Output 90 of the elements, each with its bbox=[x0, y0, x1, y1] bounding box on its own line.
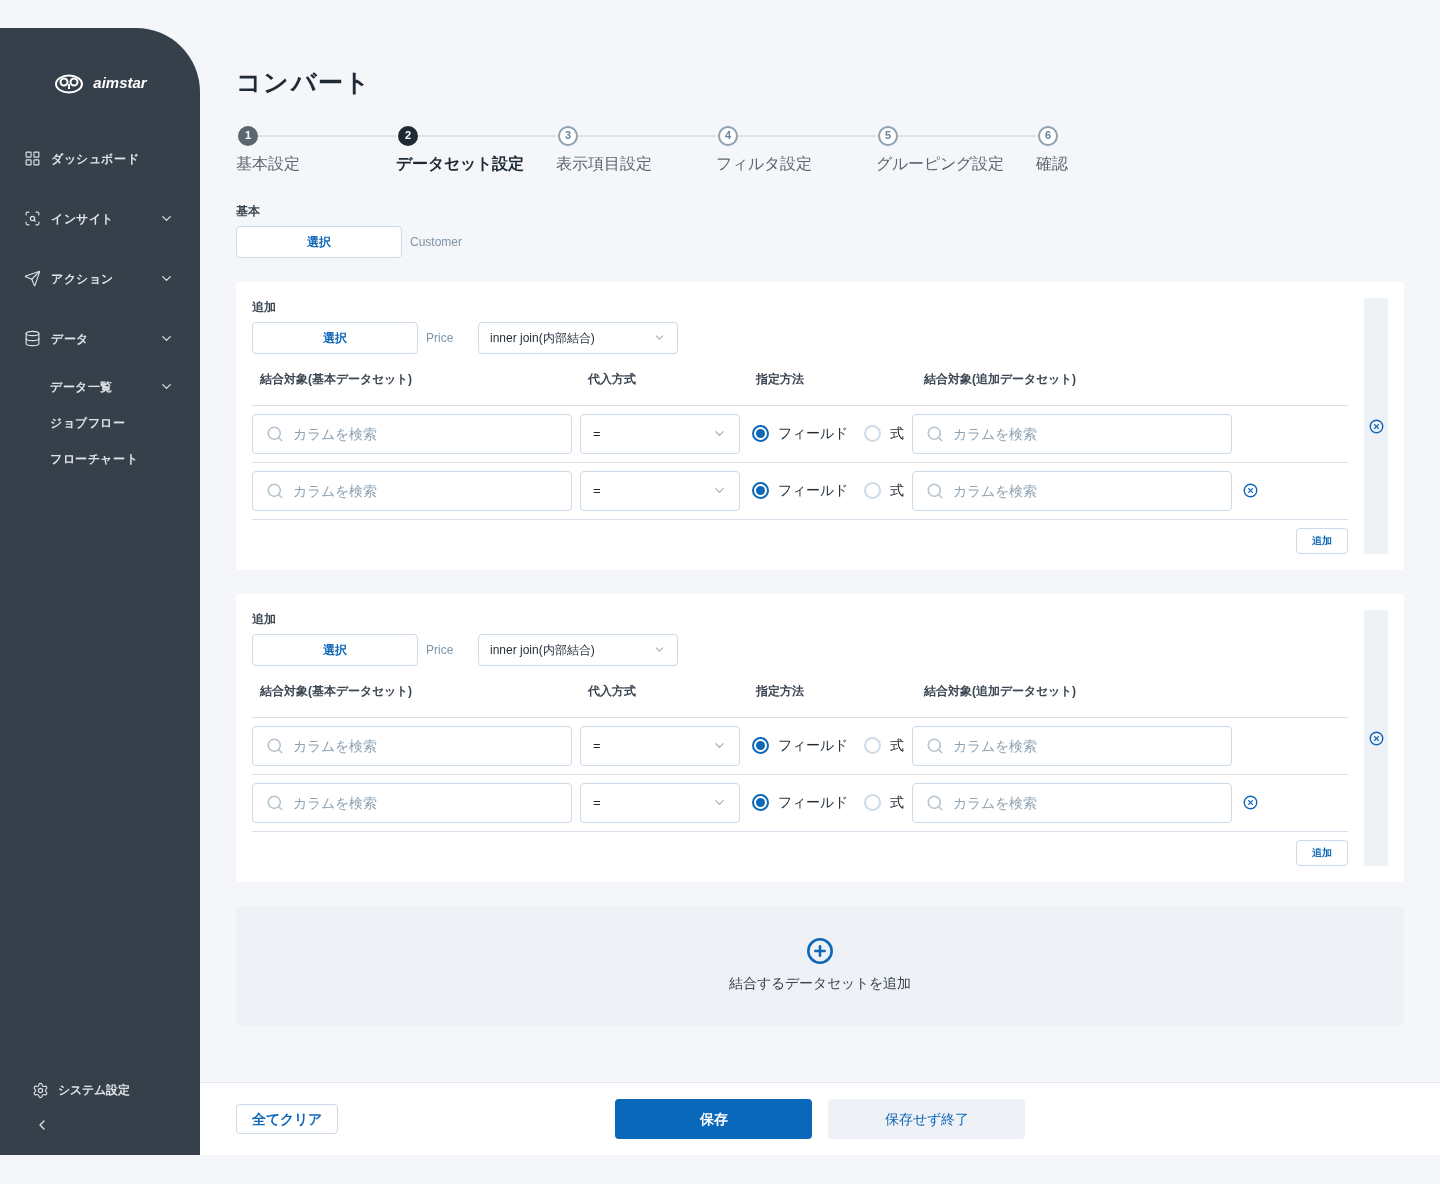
column-search-field[interactable]: カラムを検索 bbox=[252, 413, 572, 454]
settings-icon bbox=[32, 1081, 49, 1099]
radio-button[interactable] bbox=[752, 794, 769, 811]
section-label: 追加 bbox=[252, 610, 277, 628]
step-number: 5 bbox=[878, 125, 898, 146]
sidebar-subitem[interactable]: フローチャート bbox=[0, 440, 200, 477]
sidebar-subitem[interactable]: データ一覧 bbox=[0, 368, 200, 405]
column-search-field[interactable]: カラムを検索 bbox=[912, 725, 1232, 766]
search-icon bbox=[926, 481, 944, 500]
radio-option[interactable]: 式 bbox=[864, 792, 904, 813]
dataset-name: Price bbox=[426, 641, 455, 659]
radio-option[interactable]: 式 bbox=[864, 735, 904, 756]
section-label: 追加 bbox=[252, 298, 277, 316]
section-label: 基本 bbox=[236, 202, 261, 220]
radio-button[interactable] bbox=[752, 737, 769, 754]
radio-button[interactable] bbox=[752, 425, 769, 442]
clear-all-button[interactable]: 全てクリア bbox=[236, 1104, 338, 1134]
column-header: 指定方法 bbox=[756, 683, 805, 700]
system-settings-item[interactable]: システム設定 bbox=[0, 1075, 200, 1105]
column-header: 結合対象(追加データセット) bbox=[923, 371, 1076, 388]
add-dataset-button[interactable]: 結合するデータセットを追加 bbox=[236, 905, 1404, 1026]
page-title: コンバート bbox=[236, 67, 373, 98]
search-icon bbox=[266, 481, 284, 500]
dataset-name: Customer bbox=[410, 233, 462, 251]
step-label: 確認 bbox=[1036, 153, 1068, 174]
remove-row-icon[interactable] bbox=[1243, 483, 1258, 498]
step-number: 3 bbox=[558, 125, 578, 146]
column-search-field[interactable]: カラムを検索 bbox=[252, 782, 572, 823]
column-search-field[interactable]: カラムを検索 bbox=[252, 725, 572, 766]
step-label: 基本設定 bbox=[236, 153, 301, 174]
save-button[interactable]: 保存 bbox=[615, 1099, 812, 1139]
column-search-field[interactable]: カラムを検索 bbox=[912, 470, 1232, 511]
column-header: 結合対象(基本データセット) bbox=[259, 371, 413, 388]
operator-dropdown[interactable]: = bbox=[580, 782, 740, 823]
radio-button[interactable] bbox=[752, 482, 769, 499]
remove-block-icon[interactable] bbox=[1368, 730, 1384, 746]
chart-search-icon bbox=[24, 210, 41, 227]
add-row-button[interactable]: 追加 bbox=[1296, 839, 1348, 866]
column-header: 代入方式 bbox=[588, 683, 637, 700]
radio-option[interactable]: 式 bbox=[864, 480, 904, 501]
owl-logo-icon bbox=[53, 72, 86, 95]
join-type-dropdown[interactable]: inner join(内部結合) bbox=[478, 321, 678, 354]
brand-name: aimstar bbox=[93, 73, 147, 93]
grid-icon bbox=[24, 150, 41, 167]
radio-option[interactable]: フィールド bbox=[752, 792, 848, 813]
step-number: 6 bbox=[1038, 125, 1058, 146]
search-icon bbox=[926, 736, 944, 755]
dataset-name: Price bbox=[426, 329, 455, 347]
sidebar-item[interactable]: アクション bbox=[0, 248, 200, 309]
column-search-field[interactable]: カラムを検索 bbox=[912, 413, 1232, 454]
sidebar-item[interactable]: ダッシュボード bbox=[0, 128, 200, 189]
radio-option[interactable]: フィールド bbox=[752, 423, 848, 444]
sidebar-subitem[interactable]: ジョブフロー bbox=[0, 404, 200, 441]
operator-dropdown[interactable]: = bbox=[580, 725, 740, 766]
column-search-field[interactable]: カラムを検索 bbox=[252, 470, 572, 511]
sidebar-item[interactable]: インサイト bbox=[0, 188, 200, 249]
sidebar-item[interactable]: データ bbox=[0, 308, 200, 369]
operator-dropdown[interactable]: = bbox=[580, 413, 740, 454]
column-header: 結合対象(基本データセット) bbox=[259, 683, 413, 700]
add-row-button[interactable]: 追加 bbox=[1296, 527, 1348, 554]
exit-without-saving-button[interactable]: 保存せず終了 bbox=[828, 1099, 1025, 1139]
column-header: 結合対象(追加データセット) bbox=[923, 683, 1076, 700]
step-label: 表示項目設定 bbox=[556, 153, 653, 174]
select-button[interactable]: 選択 bbox=[252, 321, 418, 354]
column-header: 指定方法 bbox=[756, 371, 805, 388]
step-label: グルーピング設定 bbox=[876, 153, 1005, 174]
column-header: 代入方式 bbox=[588, 371, 637, 388]
step-number: 2 bbox=[398, 125, 418, 146]
remove-block-icon[interactable] bbox=[1368, 418, 1384, 434]
step-number: 1 bbox=[238, 125, 258, 146]
radio-option[interactable]: フィールド bbox=[752, 480, 848, 501]
step-number: 4 bbox=[718, 125, 738, 146]
search-icon bbox=[266, 424, 284, 443]
search-icon bbox=[926, 424, 944, 443]
search-icon bbox=[266, 793, 284, 812]
step-label: データセット設定 bbox=[396, 153, 525, 174]
paper-plane-icon bbox=[24, 270, 41, 287]
radio-option[interactable]: フィールド bbox=[752, 735, 848, 756]
select-button[interactable]: 選択 bbox=[252, 633, 418, 666]
radio-option[interactable]: 式 bbox=[864, 423, 904, 444]
remove-row-icon[interactable] bbox=[1243, 795, 1258, 810]
step-label: フィルタ設定 bbox=[716, 153, 813, 174]
search-icon bbox=[266, 736, 284, 755]
join-type-dropdown[interactable]: inner join(内部結合) bbox=[478, 633, 678, 666]
database-icon bbox=[24, 330, 41, 347]
select-button[interactable]: 選択 bbox=[236, 225, 402, 258]
search-icon bbox=[926, 793, 944, 812]
operator-dropdown[interactable]: = bbox=[580, 470, 740, 511]
plus-circle-icon bbox=[806, 937, 834, 965]
column-search-field[interactable]: カラムを検索 bbox=[912, 782, 1232, 823]
